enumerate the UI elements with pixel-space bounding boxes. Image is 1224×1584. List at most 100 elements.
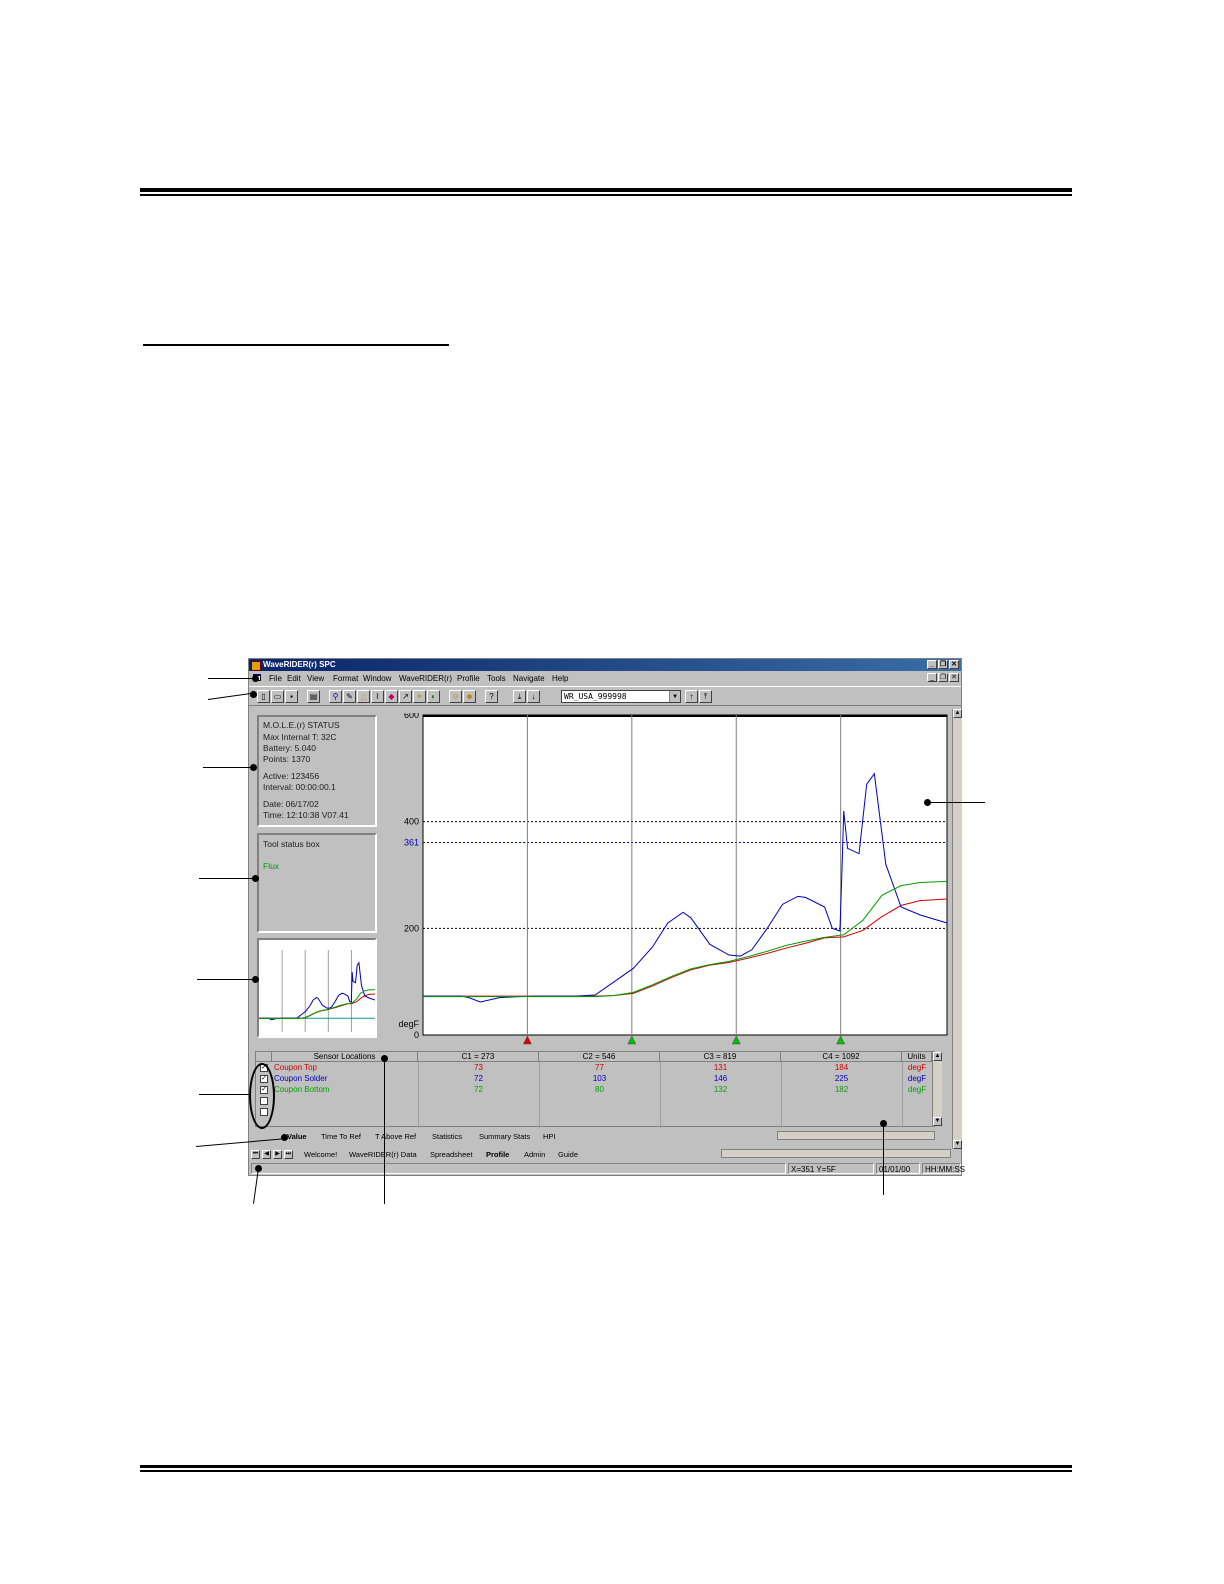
table-vertical-scrollbar[interactable]: ▲ ▼ [932,1052,942,1126]
arrow-up-icon[interactable]: ↑ [685,690,698,703]
column-header-c4[interactable]: C4 = 1092 [781,1052,902,1062]
y-tick-label: 200 [404,923,419,933]
cursor-marker [731,1035,741,1045]
first-sheet-icon[interactable]: ⏮ [251,1150,260,1159]
status-heading: M.O.L.E.(r) STATUS [263,720,340,730]
mole-serial-value: WR_USA_999998 [564,692,627,701]
menu-window[interactable]: Window [363,674,391,683]
new-file-icon[interactable]: ▯ [257,690,270,703]
toolbar: ▯ ▭ ▪ ▤ ⚲ ✎ △ ⌇ ◆ ↗ ✦ ◐ ☺ ☻ ? ⤓ ↓ WR_USA… [249,686,961,706]
mole-icon-1[interactable]: ☺ [449,690,462,703]
sensor-value-c4: 184 [834,1063,849,1072]
prev-sheet-icon[interactable]: ◀ [262,1150,271,1159]
menu-view[interactable]: View [307,674,324,683]
status-max-internal: Max Internal T: 32C [263,732,337,742]
sensor-value-c4: 182 [834,1085,849,1094]
tab-time-to-ref[interactable]: Time To Ref [321,1132,361,1141]
sheet-tab-waverider-data[interactable]: WaveRIDER(r) Data [349,1150,417,1159]
sensor-table: Sensor Locations C1 = 273 C2 = 546 C3 = … [255,1051,942,1128]
menu-navigate[interactable]: Navigate [513,674,545,683]
sheet-tab-admin[interactable]: Admin [524,1150,545,1159]
menu-tools[interactable]: Tools [487,674,506,683]
flame-icon[interactable]: ◆ [385,690,398,703]
tab-hpi[interactable]: HPI [543,1132,556,1141]
app-icon [251,661,261,671]
warning-triangle-icon[interactable]: △ [357,690,370,703]
help-icon[interactable]: ? [485,690,498,703]
restore-button[interactable]: ❐ [938,660,948,669]
callout-table-area [883,1123,884,1195]
next-sheet-icon[interactable]: ▶ [273,1150,282,1159]
sensor-value-c1: 72 [474,1074,483,1083]
last-sheet-icon[interactable]: ⏭ [284,1150,293,1159]
doc-restore-button[interactable]: ❐ [938,673,948,682]
scroll-up-icon[interactable]: ▲ [933,1052,942,1061]
menu-profile[interactable]: Profile [457,674,480,683]
tab-t-above-ref[interactable]: T Above Ref [375,1132,416,1141]
chevron-down-icon[interactable]: ▼ [669,691,680,702]
scroll-down-icon[interactable]: ▼ [933,1117,942,1126]
open-folder-icon[interactable]: ▭ [271,690,284,703]
callout-chart [927,802,985,803]
mole-status-panel: M.O.L.E.(r) STATUS Max Internal T: 32C B… [257,715,377,827]
menu-help[interactable]: Help [552,674,568,683]
mole-icon-2[interactable]: ☻ [463,690,476,703]
sheet-tab-welcome[interactable]: Welcome! [304,1150,337,1159]
print-icon[interactable]: ▤ [307,690,320,703]
callout-dot [252,675,259,682]
sheet-horizontal-scrollbar[interactable] [721,1149,951,1158]
arrow-down-icon[interactable]: ↓ [527,690,540,703]
column-header-sensor[interactable]: Sensor Locations [272,1052,418,1062]
curve-icon[interactable]: ↗ [399,690,412,703]
sensor-unit: degF [907,1074,927,1083]
callout-sensor-column [384,1058,385,1204]
tab-statistics[interactable]: Statistics [432,1132,462,1141]
menu-waverider[interactable]: WaveRIDER(r) [399,674,452,683]
arrow-down-bar-icon[interactable]: ⤓ [513,690,526,703]
sheet-tab-guide[interactable]: Guide [558,1150,578,1159]
chart-vertical-scrollbar[interactable]: ▲ ▼ [952,709,962,1149]
callout-status-panel [203,767,253,768]
column-header-c1[interactable]: C1 = 273 [418,1052,539,1062]
minimize-button[interactable]: _ [927,660,937,669]
y-tick-label: 400 [404,817,419,827]
scroll-down-icon[interactable]: ▼ [953,1140,962,1149]
callout-menu-bar [208,678,254,679]
callout-dot [880,1120,887,1127]
overview-chart [259,950,376,1032]
column-header-c2[interactable]: C2 = 546 [539,1052,660,1062]
arrow-up-bar-icon[interactable]: ⤒ [699,690,712,703]
menu-edit[interactable]: Edit [287,674,301,683]
save-icon[interactable]: ▪ [285,690,298,703]
status-active: Active: 123456 [263,771,320,781]
sensor-name: Coupon Top [274,1063,317,1072]
mole-serial-select[interactable]: WR_USA_999998 ▼ [561,690,681,703]
table-horizontal-scrollbar[interactable] [777,1131,935,1140]
menu-file[interactable]: File [269,674,282,683]
profile-chart[interactable]: 600 400 200 0degF 361 [395,713,951,1047]
tab-value[interactable]: Value [287,1132,307,1141]
profile-overview-thumbnail[interactable] [257,938,377,1038]
sheet-tab-spreadsheet[interactable]: Spreadsheet [430,1150,473,1159]
close-button[interactable]: ✕ [949,660,959,669]
sheet-tab-profile[interactable]: Profile [486,1150,509,1159]
doc-minimize-button[interactable]: _ [927,673,937,682]
plot-area [422,714,948,1036]
profile-chart-area[interactable]: 600 400 200 0 degF 361 [395,713,951,1047]
menu-format[interactable]: Format [333,674,358,683]
cursor-marker [836,1035,846,1045]
tab-summary-stats[interactable]: Summary Stats [479,1132,530,1141]
status-battery: Battery: 5.040 [263,743,316,753]
graph-icon[interactable]: ⌇ [371,690,384,703]
doc-close-button[interactable]: ✕ [949,673,959,682]
leaf-icon[interactable]: ◐ [427,690,440,703]
scroll-up-icon[interactable]: ▲ [953,709,962,718]
column-header-c3[interactable]: C3 = 819 [660,1052,781,1062]
title-bar[interactable]: WaveRIDER(r) SPC _ ❐ ✕ [249,659,961,671]
zoom-icon[interactable]: ⚲ [329,690,342,703]
pencil-icon[interactable]: ✎ [343,690,356,703]
callout-dot [252,976,259,983]
wand-icon[interactable]: ✦ [413,690,426,703]
reference-line-label: 361 [404,837,419,847]
column-header-units[interactable]: Units [902,1052,932,1062]
